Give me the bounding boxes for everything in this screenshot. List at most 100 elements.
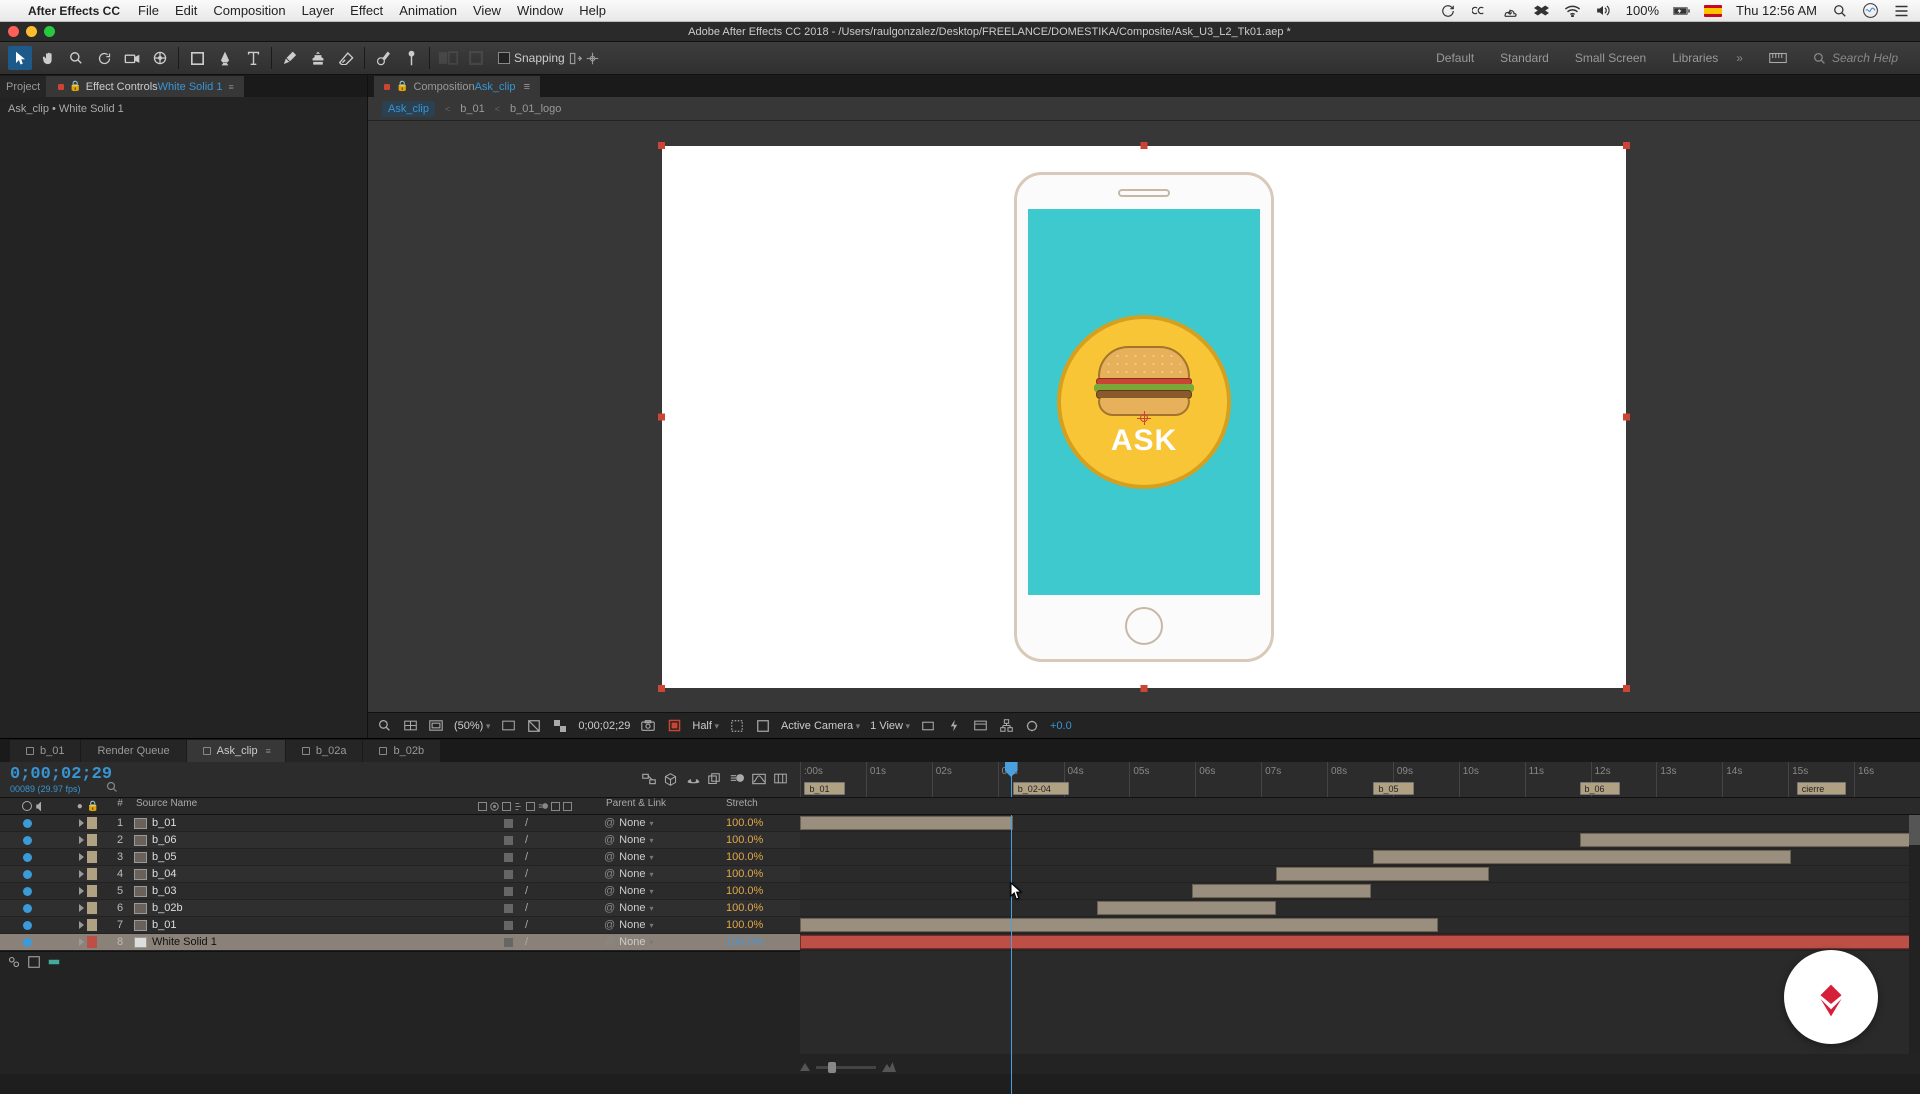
stretch-value[interactable]: 100.0% bbox=[726, 936, 763, 948]
track-row[interactable] bbox=[800, 832, 1920, 849]
pixel-aspect-icon[interactable] bbox=[920, 719, 936, 733]
transform-handle[interactable] bbox=[658, 413, 665, 420]
menu-window[interactable]: Window bbox=[517, 3, 563, 18]
roi-icon[interactable] bbox=[729, 719, 745, 733]
time-ruler[interactable]: :00s01s02s03s04s05s06s07s08s09s10s11s12s… bbox=[800, 762, 1920, 798]
exposure-value[interactable]: +0.0 bbox=[1050, 720, 1072, 732]
sync-icon[interactable] bbox=[1440, 4, 1457, 17]
shy-switch[interactable] bbox=[504, 887, 513, 896]
views-dropdown[interactable]: 1 View bbox=[870, 720, 910, 732]
clone-stamp-tool[interactable] bbox=[306, 46, 330, 70]
zoom-window-button[interactable] bbox=[44, 26, 55, 37]
app-name[interactable]: After Effects CC bbox=[28, 4, 120, 18]
twirl-icon[interactable] bbox=[79, 819, 84, 827]
flow-step[interactable]: b_01_logo bbox=[510, 103, 561, 115]
track-row[interactable] bbox=[800, 849, 1920, 866]
comp-marker[interactable]: cierre bbox=[1797, 782, 1846, 795]
transform-handle[interactable] bbox=[658, 685, 665, 692]
parent-dropdown[interactable]: None bbox=[619, 834, 645, 846]
transparency-toggle-icon[interactable] bbox=[755, 719, 771, 733]
magnification-menu-icon[interactable] bbox=[376, 719, 392, 733]
zoom-out-icon[interactable] bbox=[800, 1063, 810, 1071]
audio-column-icon[interactable] bbox=[36, 802, 45, 811]
render-icon[interactable] bbox=[48, 956, 60, 968]
twirl-icon[interactable] bbox=[79, 853, 84, 861]
preview-timecode[interactable]: 0;00;02;29 bbox=[578, 720, 630, 732]
pickwhip-icon[interactable]: @ bbox=[604, 817, 615, 829]
layer-bar[interactable] bbox=[800, 918, 1438, 932]
transform-handle[interactable] bbox=[1141, 142, 1148, 149]
eraser-tool[interactable] bbox=[334, 46, 358, 70]
project-tab[interactable]: Project bbox=[0, 76, 46, 97]
menu-help[interactable]: Help bbox=[579, 3, 606, 18]
workspace-small-screen[interactable]: Small Screen bbox=[1575, 51, 1646, 65]
grid-icon[interactable] bbox=[402, 719, 418, 733]
pickwhip-icon[interactable]: @ bbox=[604, 902, 615, 914]
video-toggle[interactable] bbox=[23, 904, 32, 913]
video-toggle[interactable] bbox=[23, 870, 32, 879]
timeline-tab[interactable]: Render Queue bbox=[81, 740, 185, 762]
video-toggle[interactable] bbox=[23, 853, 32, 862]
layer-bar[interactable] bbox=[800, 816, 1013, 830]
motion-blur-switch-icon[interactable] bbox=[538, 802, 548, 810]
stretch-value[interactable]: 100.0% bbox=[726, 834, 763, 846]
layer-bar[interactable] bbox=[1192, 884, 1371, 898]
zoom-tool[interactable] bbox=[64, 46, 88, 70]
composition-tab[interactable]: 🔒 Composition Ask_clip ≡ bbox=[374, 76, 540, 97]
parent-dropdown[interactable]: None bbox=[619, 936, 645, 948]
transform-handle[interactable] bbox=[658, 142, 665, 149]
comp-marker[interactable]: b_02-04 bbox=[1013, 782, 1069, 795]
spotlight-icon[interactable] bbox=[1831, 4, 1848, 17]
stretch-value[interactable]: 100.0% bbox=[726, 902, 763, 914]
pickwhip-icon[interactable]: @ bbox=[604, 851, 615, 863]
track-row[interactable] bbox=[800, 900, 1920, 917]
flow-step[interactable]: b_01 bbox=[460, 103, 484, 115]
twirl-icon[interactable] bbox=[79, 904, 84, 912]
puppet-pin-tool[interactable] bbox=[399, 46, 423, 70]
viewer-canvas[interactable]: ASK bbox=[368, 121, 1920, 712]
wifi-icon[interactable] bbox=[1564, 4, 1581, 17]
adjustment-switch-icon[interactable] bbox=[551, 802, 560, 811]
label-color[interactable] bbox=[87, 834, 97, 846]
battery-icon[interactable] bbox=[1673, 4, 1690, 17]
flowchart-icon[interactable] bbox=[998, 719, 1014, 733]
solo-column-icon[interactable]: ● bbox=[77, 801, 83, 812]
lock-column-icon[interactable]: 🔒 bbox=[87, 801, 99, 812]
pickwhip-icon[interactable]: @ bbox=[604, 919, 615, 931]
label-color[interactable] bbox=[87, 868, 97, 880]
stretch-value[interactable]: 100.0% bbox=[726, 817, 763, 829]
ruler-icon[interactable] bbox=[1769, 52, 1787, 64]
layer-name[interactable]: b_05 bbox=[152, 851, 176, 863]
rotation-tool[interactable] bbox=[92, 46, 116, 70]
menu-view[interactable]: View bbox=[473, 3, 501, 18]
guides-icon[interactable] bbox=[428, 719, 444, 733]
transform-handle[interactable] bbox=[1623, 413, 1630, 420]
menu-edit[interactable]: Edit bbox=[175, 3, 197, 18]
shy-switch[interactable] bbox=[504, 836, 513, 845]
brainstorm-icon[interactable] bbox=[774, 773, 790, 787]
label-color[interactable] bbox=[87, 851, 97, 863]
workspace-overflow-button[interactable]: » bbox=[1736, 51, 1743, 65]
timeline-zoom[interactable] bbox=[800, 1062, 896, 1072]
frame-blend-switch-icon[interactable] bbox=[526, 802, 535, 811]
label-color[interactable] bbox=[87, 817, 97, 829]
current-time[interactable]: 0;00;02;29 00089 (29.97 fps) bbox=[0, 765, 106, 794]
layer-name[interactable]: b_02b bbox=[152, 902, 183, 914]
workspace-default[interactable]: Default bbox=[1436, 51, 1474, 65]
comp-mini-flowchart-icon[interactable] bbox=[642, 773, 658, 787]
timeline-tab[interactable]: b_02a bbox=[286, 740, 363, 762]
collapse-switch-icon[interactable] bbox=[490, 802, 499, 811]
graph-editor-icon[interactable] bbox=[752, 773, 768, 787]
pickwhip-icon[interactable]: @ bbox=[604, 868, 615, 880]
parent-dropdown[interactable]: None bbox=[619, 817, 645, 829]
timeline-tracks[interactable] bbox=[800, 815, 1920, 1054]
shy-switch[interactable] bbox=[504, 904, 513, 913]
camera-dropdown[interactable]: Active Camera bbox=[781, 720, 860, 732]
comp-marker[interactable]: b_01 bbox=[804, 782, 844, 795]
shy-switch[interactable] bbox=[504, 853, 513, 862]
snapping-checkbox[interactable] bbox=[498, 52, 510, 64]
input-source-flag[interactable] bbox=[1704, 5, 1722, 17]
snap-center-icon[interactable] bbox=[586, 52, 599, 65]
type-tool[interactable] bbox=[241, 46, 265, 70]
track-row[interactable] bbox=[800, 917, 1920, 934]
